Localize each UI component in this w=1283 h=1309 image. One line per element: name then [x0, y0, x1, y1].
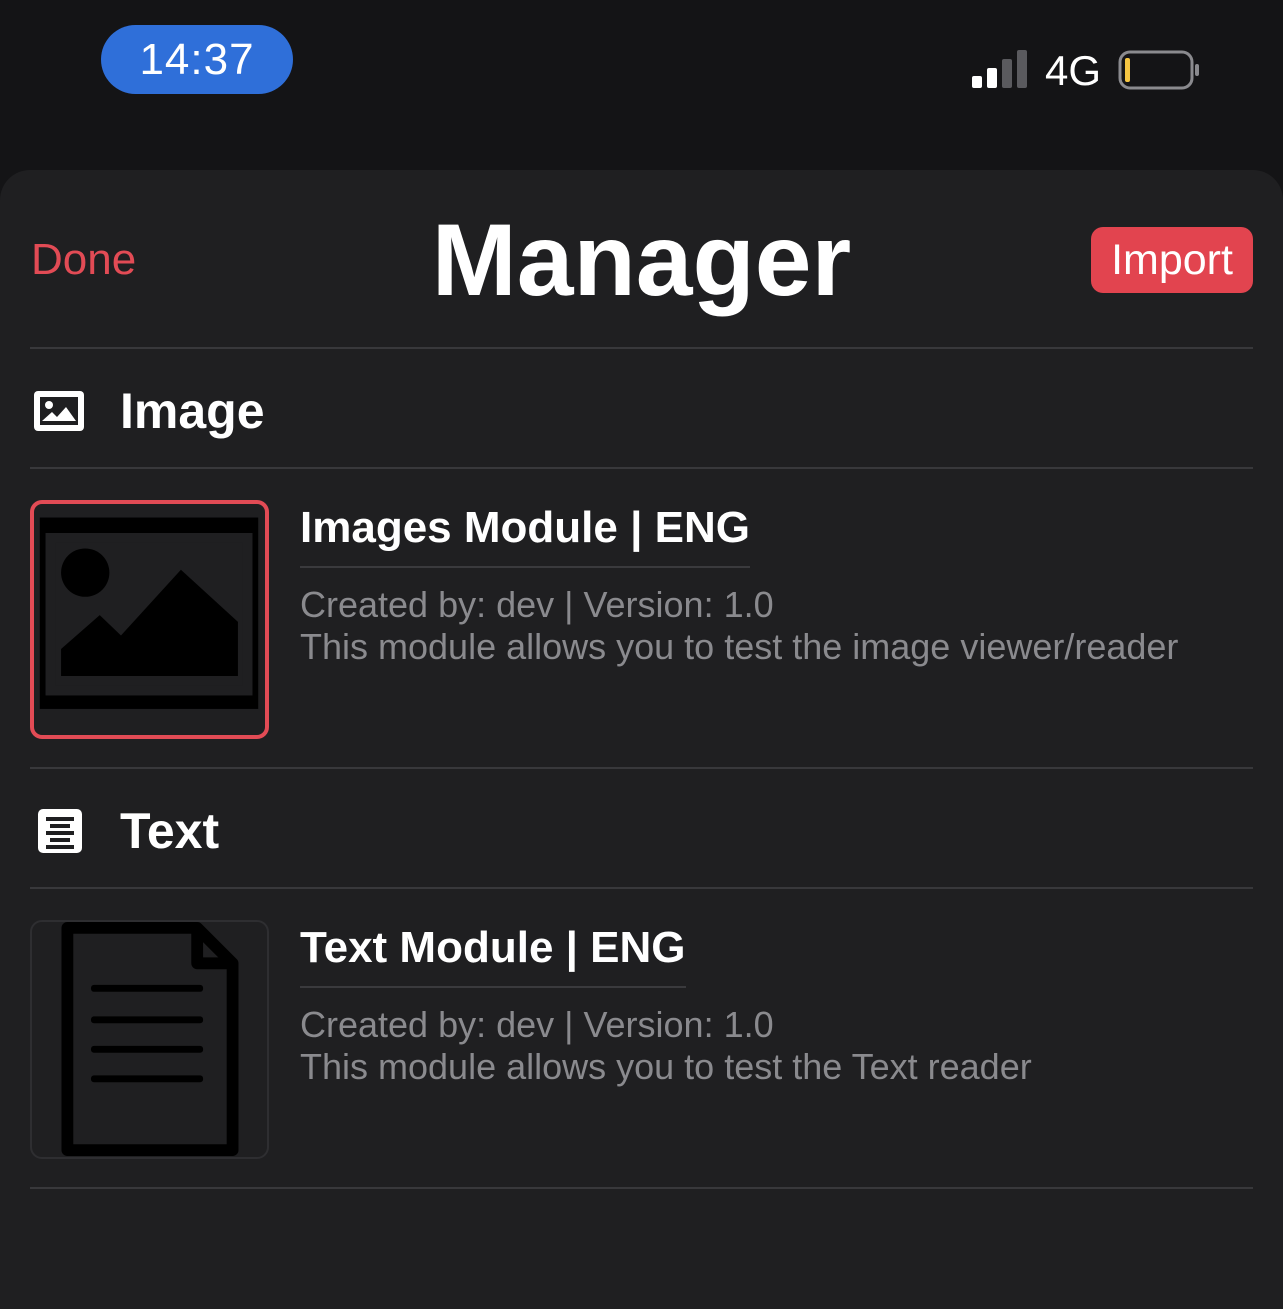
section-label-image: Image: [120, 383, 265, 439]
section-header-image: Image: [30, 350, 1253, 470]
text-document-icon: [38, 809, 82, 853]
section-header-text: Text: [30, 770, 1253, 890]
module-thumbnail: [30, 920, 269, 1159]
document-icon: [61, 922, 239, 1157]
battery-icon: [1118, 50, 1199, 90]
module-title: Text Module | ENG: [300, 920, 686, 988]
header-divider: [30, 347, 1253, 349]
photo-icon: [34, 391, 84, 431]
section-divider: [30, 1187, 1253, 1189]
module-row-images[interactable]: Images Module | ENG Created by: dev | Ve…: [30, 470, 1253, 770]
module-row-text[interactable]: Text Module | ENG Created by: dev | Vers…: [30, 890, 1253, 1190]
section-label-text: Text: [120, 803, 220, 859]
module-description: This module allows you to test the Text …: [300, 1046, 1032, 1087]
done-button[interactable]: Done: [31, 232, 136, 288]
cellular-signal-icon: [972, 50, 1027, 88]
module-description: This module allows you to test the image…: [300, 626, 1179, 667]
clock-time: 14:37: [139, 34, 255, 84]
module-meta: Created by: dev | Version: 1.0: [300, 584, 774, 625]
status-bar: 14:37 4G: [0, 0, 1283, 170]
image-placeholder-icon: [39, 517, 259, 709]
manager-sheet: Done Manager Import Image Images Module …: [0, 170, 1283, 1309]
module-title: Images Module | ENG: [300, 500, 750, 568]
section-divider: [30, 887, 1253, 889]
module-meta: Created by: dev | Version: 1.0: [300, 1004, 774, 1045]
section-divider: [30, 767, 1253, 769]
module-thumbnail: [30, 500, 269, 739]
section-divider: [30, 467, 1253, 469]
import-button-label: Import: [1111, 235, 1233, 284]
network-type-label: 4G: [1045, 47, 1102, 94]
import-button[interactable]: Import: [1091, 227, 1253, 293]
time-pill[interactable]: 14:37: [101, 25, 293, 94]
